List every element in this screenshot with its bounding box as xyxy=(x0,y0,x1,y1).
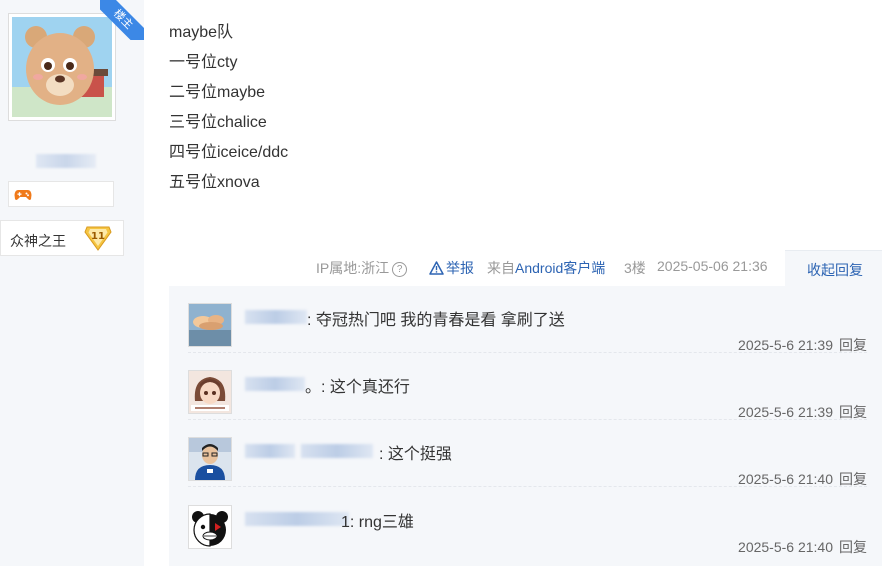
reply-button[interactable]: 回复 xyxy=(839,337,867,353)
client-link[interactable]: Android客户端 xyxy=(515,260,605,276)
reply-item: : 夺冠热门吧 我的青春是看 拿刷了送 2025-5-6 21:39 回复 xyxy=(169,286,882,354)
post-line: 一号位cty xyxy=(169,54,238,71)
post-content: maybe队 一号位cty 二号位maybe 三号位chalice 四号位ice… xyxy=(169,18,288,198)
anime-girl-avatar-image xyxy=(189,371,231,413)
warning-icon xyxy=(429,261,444,275)
ip-location: IP属地:浙江? xyxy=(316,258,408,278)
reply-item: 1: rng三雄 2025-5-6 21:40 回复 xyxy=(169,488,882,556)
post-line: 五号位xnova xyxy=(169,174,260,191)
reply-avatar[interactable] xyxy=(188,370,232,414)
post-line: 三号位chalice xyxy=(169,114,267,131)
reply-button[interactable]: 回复 xyxy=(839,539,867,555)
ip-location-text: IP属地:浙江 xyxy=(316,260,390,276)
author-sidebar: 楼主 众神之王 11 xyxy=(0,0,144,566)
level-number: 11 xyxy=(91,231,105,242)
client-source: 来自Android客户端 xyxy=(487,258,605,278)
collapse-replies-button[interactable]: 收起回复 xyxy=(807,260,863,280)
level-badge-icon: 11 xyxy=(84,226,112,251)
question-icon[interactable]: ? xyxy=(392,262,408,277)
reply-username-blurred[interactable] xyxy=(301,444,373,458)
reply-list: : 夺冠热门吧 我的青春是看 拿刷了送 2025-5-6 21:39 回复 。: … xyxy=(169,286,882,566)
author-title: 众神之王 xyxy=(10,233,66,249)
collapse-replies-tab: 收起回复 xyxy=(785,250,882,286)
reply-item: : 这个挺强 2025-5-6 21:40 回复 xyxy=(169,420,882,488)
owner-ribbon-wrap: 楼主 xyxy=(100,0,144,40)
reply-text: 1: rng三雄 xyxy=(341,514,414,531)
reply-username-blurred[interactable] xyxy=(245,310,307,324)
gamepad-icon[interactable] xyxy=(14,188,32,201)
post-time: 2025-05-06 21:36 xyxy=(657,258,768,274)
report-label: 举报 xyxy=(446,260,474,276)
reply-text: : 这个挺强 xyxy=(379,446,452,463)
reply-time: 2025-5-6 21:40 xyxy=(738,539,833,555)
post-line: maybe队 xyxy=(169,24,234,41)
sky-avatar-image xyxy=(189,304,231,346)
author-title-badge[interactable]: 众神之王 11 xyxy=(0,220,124,256)
reply-time: 2025-5-6 21:39 xyxy=(738,404,833,420)
owner-ribbon: 楼主 xyxy=(100,0,144,40)
reply-time: 2025-5-6 21:40 xyxy=(738,471,833,487)
report-link[interactable]: 举报 xyxy=(429,258,474,278)
reply-item: 。: 这个真还行 2025-5-6 21:39 回复 xyxy=(169,353,882,421)
monokuma-avatar-image xyxy=(189,506,231,548)
post-line: 四号位iceice/ddc xyxy=(169,144,289,161)
reply-text: : 夺冠热门吧 我的青春是看 拿刷了送 xyxy=(307,312,565,329)
author-badge-row xyxy=(8,181,114,207)
bear-avatar-image xyxy=(12,17,112,117)
reply-username-blurred[interactable] xyxy=(245,512,349,526)
floor-number: 3楼 xyxy=(624,260,646,276)
reply-button[interactable]: 回复 xyxy=(839,471,867,487)
from-prefix: 来自 xyxy=(487,260,515,276)
reply-avatar[interactable] xyxy=(188,505,232,549)
reply-avatar[interactable] xyxy=(188,303,232,347)
player-avatar-image xyxy=(189,438,231,480)
reply-meta: 2025-5-6 21:40 回复 xyxy=(738,537,867,557)
reply-divider xyxy=(188,486,867,487)
reply-username-blurred[interactable] xyxy=(245,444,295,458)
reply-time: 2025-5-6 21:39 xyxy=(738,337,833,353)
reply-button[interactable]: 回复 xyxy=(839,404,867,420)
reply-username-blurred[interactable] xyxy=(245,377,305,391)
reply-text: 。: 这个真还行 xyxy=(305,379,410,396)
author-name-blurred[interactable] xyxy=(36,154,96,168)
reply-avatar[interactable] xyxy=(188,437,232,481)
post-line: 二号位maybe xyxy=(169,84,266,101)
